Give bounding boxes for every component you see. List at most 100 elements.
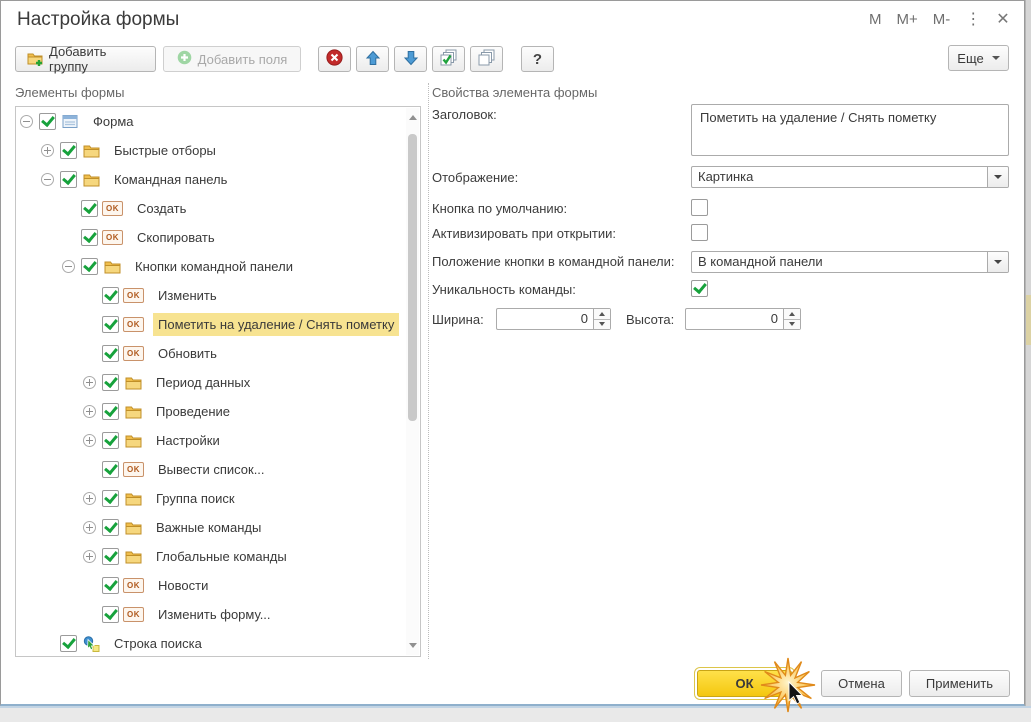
tree-item-checkbox[interactable]	[60, 171, 77, 188]
move-down-button[interactable]	[394, 46, 427, 72]
expand-icon[interactable]	[83, 376, 96, 389]
tree-item-checkbox[interactable]	[81, 200, 98, 217]
default-button-checkbox[interactable]	[691, 199, 708, 216]
activate-on-open-checkbox[interactable]	[691, 224, 708, 241]
tree-item-label[interactable]: Важные команды	[151, 516, 266, 539]
tree-item-label[interactable]: Вывести список...	[153, 458, 270, 481]
tree-item-label[interactable]: Форма	[88, 110, 139, 133]
font-increase-button[interactable]: M+	[897, 11, 918, 29]
tree-item-checkbox[interactable]	[102, 519, 119, 536]
tree-scrollbar[interactable]	[406, 108, 419, 655]
tree-item[interactable]: Группа поиск	[16, 484, 406, 513]
tree-item-label[interactable]: Строка поиска	[109, 632, 207, 655]
dropdown-button[interactable]	[987, 252, 1008, 272]
add-fields-button[interactable]: Добавить поля	[163, 46, 301, 72]
tree-item-checkbox[interactable]	[102, 374, 119, 391]
font-decrease-button[interactable]: M-	[933, 11, 951, 29]
tree-item-checkbox[interactable]	[102, 432, 119, 449]
expand-icon[interactable]	[83, 492, 96, 505]
collapse-icon[interactable]	[41, 173, 54, 186]
move-up-button[interactable]	[356, 46, 389, 72]
collapse-icon[interactable]	[62, 260, 75, 273]
expand-icon[interactable]	[83, 521, 96, 534]
dropdown-button[interactable]	[987, 167, 1008, 187]
tree-item-label[interactable]: Командная панель	[109, 168, 232, 191]
tree-item[interactable]: OKСкопировать	[16, 223, 406, 252]
scroll-up-icon[interactable]	[409, 115, 417, 120]
tree-item-label[interactable]: Группа поиск	[151, 487, 240, 510]
height-stepper[interactable]: 0	[685, 308, 801, 330]
tree-item[interactable]: OKНовости	[16, 571, 406, 600]
cancel-button[interactable]: Отмена	[821, 670, 902, 697]
tree-item[interactable]: Настройки	[16, 426, 406, 455]
tree-item-checkbox[interactable]	[102, 287, 119, 304]
expand-icon[interactable]	[41, 144, 54, 157]
command-uniqueness-checkbox[interactable]	[691, 280, 708, 297]
title-field[interactable]: Пометить на удаление / Снять пометку	[691, 104, 1009, 156]
tree-item-label[interactable]: Глобальные команды	[151, 545, 292, 568]
close-icon[interactable]: ✕	[996, 11, 1009, 29]
spin-down-button[interactable]	[784, 320, 800, 330]
tree-item-label[interactable]: Период данных	[151, 371, 255, 394]
tree-item[interactable]: Быстрые отборы	[16, 136, 406, 165]
collapse-icon[interactable]	[20, 115, 33, 128]
tree-item-checkbox[interactable]	[102, 403, 119, 420]
panel-splitter[interactable]	[428, 83, 429, 659]
tree-item[interactable]: Форма	[16, 107, 406, 136]
tree-item-checkbox[interactable]	[102, 461, 119, 478]
tree-item-label[interactable]: Создать	[132, 197, 191, 220]
tree-item-checkbox[interactable]	[102, 316, 119, 333]
tree-item[interactable]: Проведение	[16, 397, 406, 426]
tree-item-label[interactable]: Настройки	[151, 429, 225, 452]
tree-item-label[interactable]: Изменить	[153, 284, 222, 307]
tree-item-checkbox[interactable]	[102, 548, 119, 565]
tree-item-checkbox[interactable]	[81, 229, 98, 246]
tree-item[interactable]: Важные команды	[16, 513, 406, 542]
tree-item-checkbox[interactable]	[60, 635, 77, 652]
tree-item-checkbox[interactable]	[102, 606, 119, 623]
tree-item[interactable]: OKСоздать	[16, 194, 406, 223]
tree-item-checkbox[interactable]	[60, 142, 77, 159]
font-normal-button[interactable]: M	[869, 11, 882, 29]
tree-item[interactable]: OKИзменить	[16, 281, 406, 310]
expand-icon[interactable]	[83, 550, 96, 563]
expand-icon[interactable]	[83, 405, 96, 418]
tree-item-label[interactable]: Обновить	[153, 342, 222, 365]
tree-item[interactable]: OKВывести список...	[16, 455, 406, 484]
help-button[interactable]: ?	[521, 46, 554, 72]
tree-item[interactable]: OKОбновить	[16, 339, 406, 368]
tree-item-label[interactable]: Изменить форму...	[153, 603, 276, 626]
ok-button[interactable]: ОК	[697, 670, 792, 697]
tree-item-label[interactable]: Быстрые отборы	[109, 139, 221, 162]
tree-item[interactable]: Кнопки командной панели	[16, 252, 406, 281]
tree-item-label[interactable]: Проведение	[151, 400, 235, 423]
tree-item-label[interactable]: Пометить на удаление / Снять пометку	[153, 313, 399, 336]
button-position-select[interactable]: В командной панели	[691, 251, 1009, 273]
delete-button[interactable]	[318, 46, 351, 72]
tree-item[interactable]: Командная панель	[16, 165, 406, 194]
tree-item[interactable]: OKПометить на удаление / Снять пометку	[16, 310, 406, 339]
tree-item[interactable]: Период данных	[16, 368, 406, 397]
tree-item[interactable]: OKИзменить форму...	[16, 600, 406, 629]
tree-item-checkbox[interactable]	[39, 113, 56, 130]
window-menu-icon[interactable]: ⋮	[965, 11, 981, 29]
tree-item-checkbox[interactable]	[102, 490, 119, 507]
width-stepper[interactable]: 0	[496, 308, 611, 330]
tree-item-label[interactable]: Скопировать	[132, 226, 220, 249]
scroll-down-icon[interactable]	[409, 643, 417, 648]
apply-button[interactable]: Применить	[909, 670, 1010, 697]
more-button[interactable]: Еще	[948, 45, 1009, 71]
spin-down-button[interactable]	[594, 320, 610, 330]
tree-item[interactable]: Строка поиска	[16, 629, 406, 657]
tree-item[interactable]: Глобальные команды	[16, 542, 406, 571]
expand-icon[interactable]	[83, 434, 96, 447]
display-select[interactable]: Картинка	[691, 166, 1009, 188]
tree-item-checkbox[interactable]	[102, 577, 119, 594]
uncheck-all-button[interactable]	[470, 46, 503, 72]
spin-up-button[interactable]	[594, 309, 610, 320]
tree-item-checkbox[interactable]	[102, 345, 119, 362]
spin-up-button[interactable]	[784, 309, 800, 320]
tree-item-label[interactable]: Кнопки командной панели	[130, 255, 298, 278]
check-all-button[interactable]	[432, 46, 465, 72]
tree-item-label[interactable]: Новости	[153, 574, 213, 597]
